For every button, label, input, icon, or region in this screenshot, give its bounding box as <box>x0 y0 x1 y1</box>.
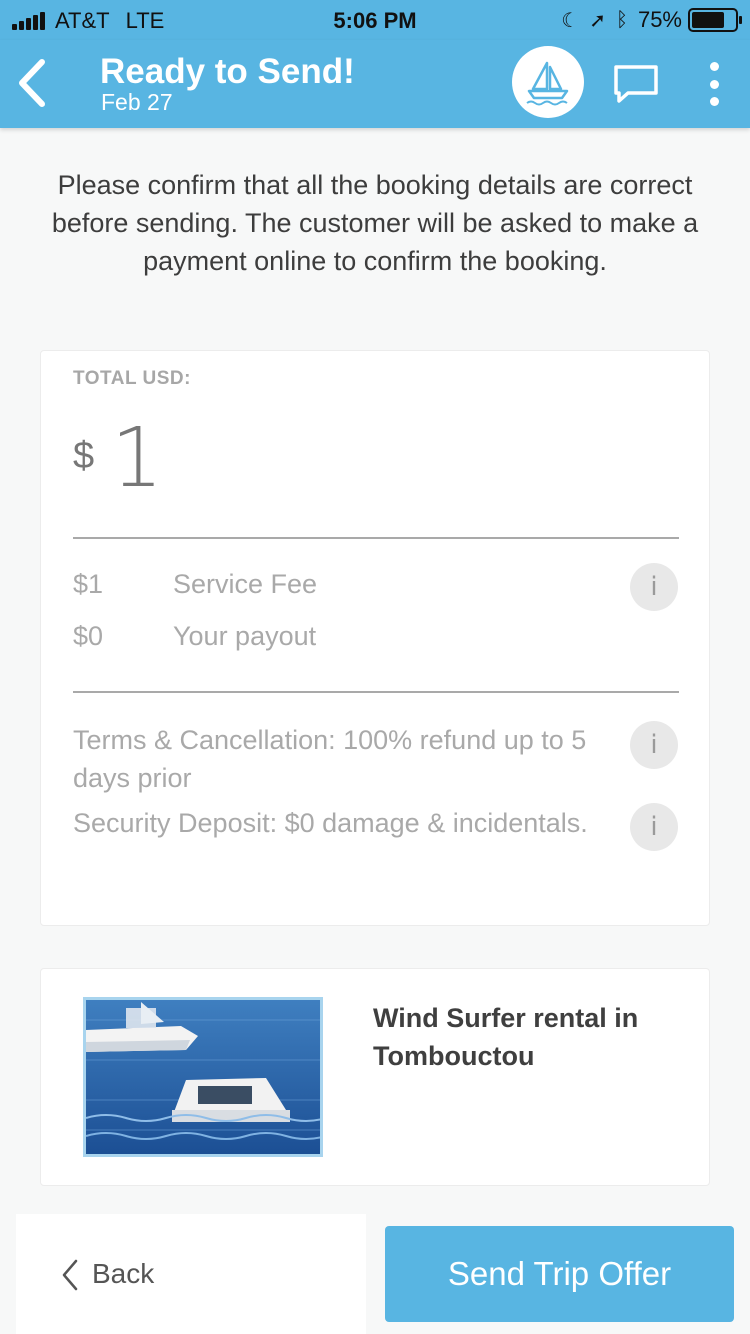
payout-amount: $0 <box>73 621 104 651</box>
bluetooth-icon: ᛒ <box>615 8 628 31</box>
battery-percent: 75% <box>637 7 682 32</box>
battery-icon <box>688 8 742 32</box>
deposit-info-button[interactable]: i <box>630 803 678 851</box>
trip-photo <box>83 997 323 1157</box>
terms-cancellation: Terms & Cancellation: 100% refund up to … <box>73 725 587 793</box>
location-arrow-icon: ➚ <box>589 9 606 32</box>
chevron-left-icon <box>62 1259 78 1291</box>
status-bar: AT&T LTE 5:06 PM ☾ ➚ ᛒ 75% <box>0 0 750 40</box>
terms-info-button[interactable]: i <box>630 721 678 769</box>
sailboat-icon[interactable] <box>512 46 584 118</box>
fee-row-service: $1 Service Fee <box>73 569 679 609</box>
send-trip-offer-button[interactable]: Send Trip Offer <box>385 1226 734 1322</box>
fee-row-payout: $0 Your payout <box>73 621 679 661</box>
status-right: ☾ ➚ ᛒ 75% <box>561 7 742 33</box>
bottom-action-bar: Back Send Trip Offer <box>0 1214 750 1334</box>
back-button[interactable]: Back <box>16 1214 366 1334</box>
intro-text: Please confirm that all the booking deta… <box>51 170 699 276</box>
battery-fill <box>692 12 724 28</box>
service-fee-amount: $1 <box>73 569 104 599</box>
service-fee-info-button[interactable]: i <box>630 563 678 611</box>
back-button-label: Back <box>92 1258 155 1289</box>
total-label: TOTAL USD: <box>73 368 191 389</box>
trip-title: Wind Surfer rental in Tombouctou <box>373 1003 639 1071</box>
divider <box>73 691 679 693</box>
moon-icon: ☾ <box>561 9 580 32</box>
back-arrow-icon[interactable] <box>14 58 50 108</box>
payout-label: Your payout <box>173 621 317 651</box>
trip-card[interactable]: Wind Surfer rental in Tombouctou <box>40 968 710 1186</box>
divider <box>73 537 679 539</box>
page-title: Ready to Send! <box>100 52 355 91</box>
total-amount: 1 <box>111 411 164 506</box>
nav-bar: Ready to Send! Feb 27 <box>0 40 750 128</box>
service-fee-label: Service Fee <box>173 569 318 599</box>
more-options-icon[interactable] <box>704 62 724 106</box>
total-card: TOTAL USD: $ 1 $1 Service Fee i $0 Your … <box>40 350 710 926</box>
chat-icon[interactable] <box>612 64 660 104</box>
page-subtitle: Feb 27 <box>101 89 173 115</box>
currency-symbol: $ <box>73 435 95 477</box>
security-deposit: Security Deposit: $0 damage & incidental… <box>73 808 588 838</box>
